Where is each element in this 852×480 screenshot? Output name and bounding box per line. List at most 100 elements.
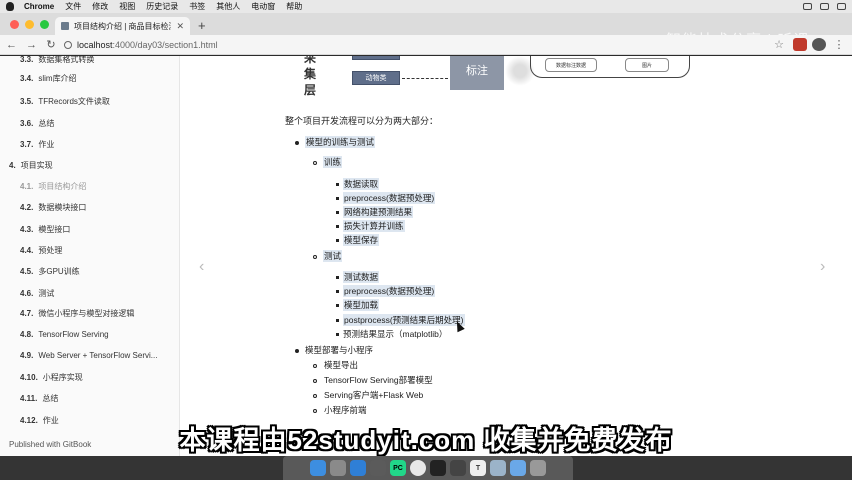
list-bullet bbox=[336, 319, 339, 322]
list-item: 网络构建预测结果 bbox=[343, 206, 414, 218]
list-item-part2: 模型部署与小程序 bbox=[305, 345, 374, 355]
sidebar-item-project[interactable]: 4. 项目实现 bbox=[9, 160, 53, 171]
pycharm-icon[interactable]: PC bbox=[390, 460, 406, 476]
launchpad-icon[interactable] bbox=[330, 460, 346, 476]
sidebar-item[interactable]: 3.5. TFRecords文件读取 bbox=[20, 96, 110, 107]
wifi-icon[interactable] bbox=[820, 3, 829, 10]
sidebar-item[interactable]: 3.7. 作业 bbox=[20, 139, 54, 150]
sidebar-item[interactable]: 3.4. slim库介绍 bbox=[20, 73, 77, 84]
tab-strip: 项目结构介绍 | 商品目标检测说 ✕ + AI智能技术分享 | 听课 bbox=[0, 13, 852, 49]
app-icon[interactable] bbox=[370, 460, 386, 476]
browser-tab[interactable]: 项目结构介绍 | 商品目标检测说 ✕ bbox=[55, 17, 190, 35]
macos-menubar: Chrome 文件 修改 视图 历史记录 书签 其他人 电动窗 帮助 bbox=[0, 0, 852, 13]
prev-page-icon[interactable]: ‹ bbox=[199, 258, 204, 276]
list-bullet bbox=[336, 183, 339, 186]
address-bar[interactable]: localhost:4000/day03/section1.html ☆ bbox=[64, 37, 784, 53]
intro-paragraph: 整个项目开发流程可以分为两大部分： bbox=[285, 116, 439, 126]
sidebar-item[interactable]: 4.7. 微信小程序与模型对接逻辑 bbox=[20, 308, 134, 319]
list-bullet bbox=[336, 304, 339, 307]
list-bullet bbox=[313, 364, 317, 368]
zoom-window-icon[interactable] bbox=[40, 20, 49, 29]
new-tab-icon[interactable]: + bbox=[198, 18, 206, 33]
list-item-test: 测试 bbox=[323, 250, 343, 262]
menu-people[interactable]: 其他人 bbox=[216, 1, 240, 12]
list-item: 模型加载 bbox=[343, 299, 380, 311]
menu-edit[interactable]: 修改 bbox=[92, 1, 108, 12]
gitbook-sidebar: 3.3. 数据集格式转换 3.4. slim库介绍 3.5. TFRecords文件读… bbox=[0, 56, 180, 456]
list-bullet bbox=[336, 225, 339, 228]
close-tab-icon[interactable]: ✕ bbox=[176, 21, 184, 32]
sidebar-item-active[interactable]: 4.1. 项目结构介绍 bbox=[20, 181, 86, 192]
sidebar-item[interactable]: 3.3. 数据集格式转换 bbox=[20, 56, 94, 65]
sidebar-item[interactable]: 4.5. 多GPU训练 bbox=[20, 266, 80, 277]
apple-icon[interactable] bbox=[6, 2, 14, 11]
reload-icon[interactable]: ↻ bbox=[46, 38, 56, 51]
chrome-icon[interactable] bbox=[410, 460, 426, 476]
diagram-panel: 数据标注数据 图片 bbox=[530, 56, 690, 78]
video-subtitle: 本课程由52studyit.com 收集并免费发布 bbox=[179, 425, 673, 455]
profile-icon[interactable] bbox=[812, 38, 826, 51]
trash-icon[interactable] bbox=[530, 460, 546, 476]
menu-dots-icon[interactable]: ⋮ bbox=[832, 38, 846, 51]
sidebar-item[interactable]: 4.6. 测试 bbox=[20, 288, 54, 299]
minimize-window-icon[interactable] bbox=[25, 20, 34, 29]
sidebar-item[interactable]: 3.6. 总结 bbox=[20, 118, 54, 129]
forward-icon[interactable]: → bbox=[26, 39, 37, 51]
menu-history[interactable]: 历史记录 bbox=[146, 1, 178, 12]
sidebar-item[interactable]: 4.2. 数据模块接口 bbox=[20, 202, 86, 213]
list-bullet bbox=[336, 333, 339, 336]
list-bullet bbox=[313, 394, 317, 398]
list-item: 模型保存 bbox=[343, 234, 380, 246]
list-item: preprocess(数据预处理) bbox=[343, 285, 436, 297]
list-item: 损失计算并训练 bbox=[343, 220, 405, 232]
back-icon[interactable]: ← bbox=[6, 39, 17, 51]
close-window-icon[interactable] bbox=[10, 20, 19, 29]
diagram-cylinder: 数据标注数据 bbox=[545, 58, 597, 72]
url-path: :4000/day03/section1.html bbox=[112, 40, 218, 50]
preview-icon[interactable] bbox=[490, 460, 506, 476]
typora-icon[interactable]: T bbox=[470, 460, 486, 476]
sidebar-item[interactable]: 4.3. 模型接口 bbox=[20, 224, 70, 235]
diagram-layer-label: 采 集 层 bbox=[304, 56, 317, 97]
list-bullet bbox=[336, 197, 339, 200]
search-icon[interactable] bbox=[837, 3, 846, 10]
extension-icon[interactable] bbox=[793, 38, 807, 51]
finder-icon[interactable] bbox=[310, 460, 326, 476]
sidebar-item[interactable]: 4.10. 小程序实现 bbox=[20, 372, 83, 383]
menu-view[interactable]: 视图 bbox=[119, 1, 135, 12]
tab-title: 项目结构介绍 | 商品目标检测说 bbox=[74, 21, 171, 31]
sidebar-item[interactable]: 4.8. TensorFlow Serving bbox=[20, 330, 109, 339]
window-controls bbox=[10, 20, 49, 29]
next-page-icon[interactable]: › bbox=[820, 258, 825, 276]
list-bullet bbox=[336, 211, 339, 214]
list-bullet bbox=[336, 290, 339, 293]
battery-icon[interactable] bbox=[803, 3, 812, 10]
sidebar-item[interactable]: 4.11. 总结 bbox=[20, 393, 58, 404]
page-favicon-icon bbox=[61, 22, 69, 30]
list-item: Serving客户端+Flask Web bbox=[324, 390, 424, 400]
list-item: 模型导出 bbox=[324, 360, 359, 370]
list-bullet bbox=[295, 349, 299, 353]
list-item: 预测结果显示（matplotlib） bbox=[343, 329, 448, 339]
menu-help[interactable]: 帮助 bbox=[286, 1, 302, 12]
bookmark-star-icon[interactable]: ☆ bbox=[774, 38, 784, 51]
list-item-train: 训练 bbox=[323, 156, 343, 168]
menu-file[interactable]: 文件 bbox=[65, 1, 81, 12]
folder-icon[interactable] bbox=[510, 460, 526, 476]
activity-icon[interactable] bbox=[450, 460, 466, 476]
sidebar-item[interactable]: 4.9. Web Server + TensorFlow Servi... bbox=[20, 351, 157, 360]
menu-chrome[interactable]: Chrome bbox=[24, 2, 54, 11]
list-item: postprocess(预测结果后期处理) bbox=[343, 314, 465, 326]
site-info-icon[interactable] bbox=[64, 41, 72, 49]
list-item: 小程序前端 bbox=[324, 405, 367, 415]
menu-bookmarks[interactable]: 书签 bbox=[189, 1, 205, 12]
url-host: localhost bbox=[77, 40, 113, 50]
list-bullet bbox=[336, 276, 339, 279]
safari-icon[interactable] bbox=[350, 460, 366, 476]
sidebar-item[interactable]: 4.4. 预处理 bbox=[20, 245, 62, 256]
list-bullet bbox=[313, 161, 317, 165]
list-item: TensorFlow Serving部署模型 bbox=[324, 375, 433, 385]
menu-window[interactable]: 电动窗 bbox=[251, 1, 275, 12]
diagram-dashed-arrow bbox=[402, 78, 448, 79]
terminal-icon[interactable] bbox=[430, 460, 446, 476]
